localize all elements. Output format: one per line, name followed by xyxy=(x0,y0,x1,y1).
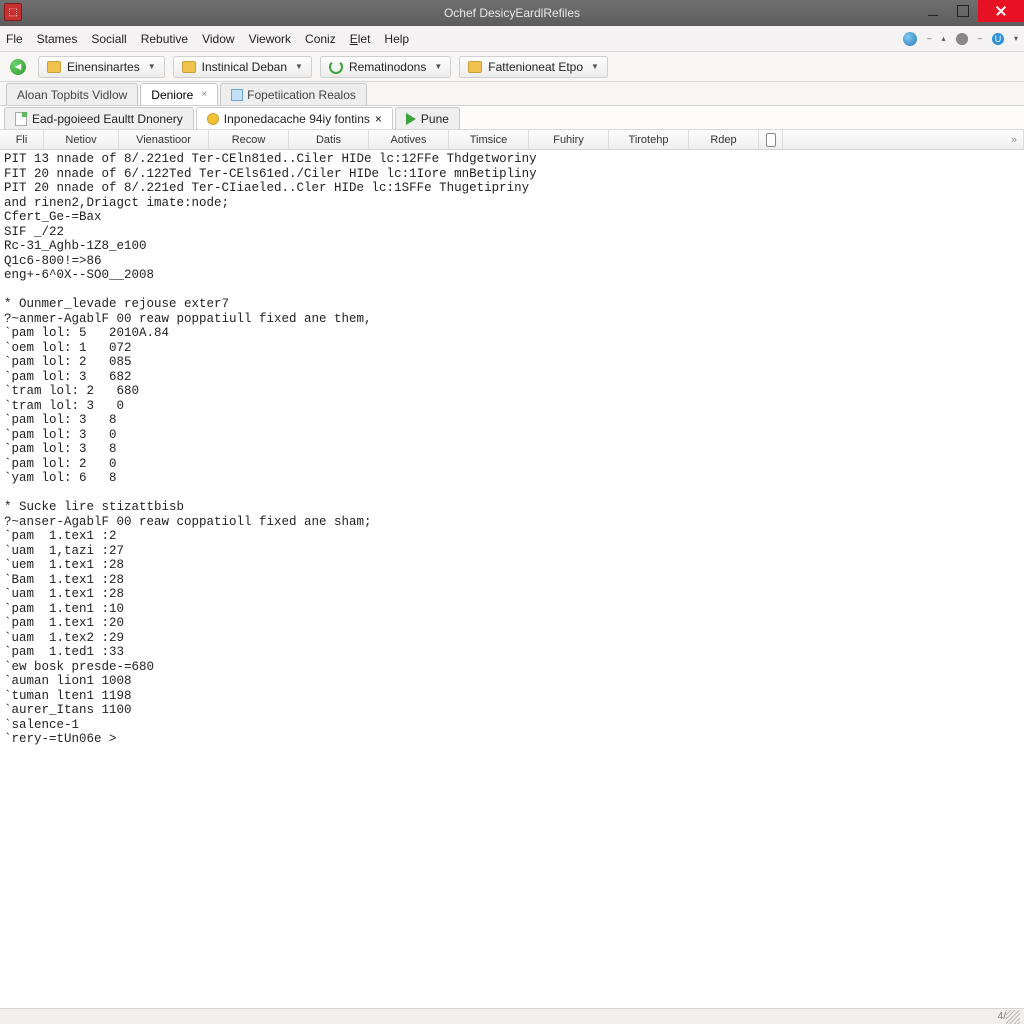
col-datis[interactable]: Datis xyxy=(289,130,369,149)
menu-stames[interactable]: Stames xyxy=(37,32,78,46)
device-icon xyxy=(766,133,776,147)
col-tirotehp[interactable]: Tirotehp xyxy=(609,130,689,149)
user-icon[interactable]: U xyxy=(992,33,1004,45)
col-recow[interactable]: Recow xyxy=(209,130,289,149)
tab-aloan[interactable]: Aloan Topbits Vidlow xyxy=(6,83,138,105)
back-button[interactable]: ◄ xyxy=(6,56,30,78)
dash-icon: – xyxy=(927,34,931,43)
toolbar-fattenioneat[interactable]: Fattenioneat Etpo▼ xyxy=(459,56,608,78)
menu-coniz[interactable]: Coniz xyxy=(305,32,336,46)
menu-fle[interactable]: Fle xyxy=(6,32,23,46)
run-icon xyxy=(406,113,416,125)
file-tab-bar: Aloan Topbits Vidlow Deniore× Fopetiicat… xyxy=(0,82,1024,106)
subtab-pune[interactable]: Pune xyxy=(395,107,460,129)
folder-icon xyxy=(47,61,61,73)
refresh-icon xyxy=(329,60,343,74)
col-vienastioor[interactable]: Vienastioor xyxy=(119,130,209,149)
gear-icon[interactable] xyxy=(956,33,968,45)
col-aotives[interactable]: Aotives xyxy=(369,130,449,149)
menu-vidow[interactable]: Vidow xyxy=(202,32,234,46)
subtab-eadpgoieed[interactable]: Ead-pgoieed Eaultt Dnonery xyxy=(4,107,194,129)
close-tab-icon[interactable]: × xyxy=(201,89,207,100)
status-bar: 4/ xyxy=(0,1008,1024,1024)
col-device[interactable] xyxy=(759,130,783,149)
subtab-inponedacache[interactable]: Inponedacache 94iy fontins × xyxy=(196,107,393,129)
close-subtab-icon[interactable]: × xyxy=(375,112,382,126)
menu-elet[interactable]: Elet xyxy=(350,32,371,46)
page-icon xyxy=(15,112,27,126)
output-pane[interactable]: PIT 13 nnade of 8/.221ed Ter-CEln81ed..C… xyxy=(0,150,1024,1008)
globe-icon[interactable] xyxy=(903,32,917,46)
col-fli[interactable]: Fli xyxy=(0,130,44,149)
close-button[interactable] xyxy=(978,0,1024,22)
menu-bar: Fle Stames Sociall Rebutive Vidow Viewor… xyxy=(0,26,1024,52)
tab-fopetiication[interactable]: Fopetiication Realos xyxy=(220,83,367,105)
folder-icon xyxy=(468,61,482,73)
warn-icon xyxy=(207,113,219,125)
col-fuhiry[interactable]: Fuhiry xyxy=(529,130,609,149)
window-title: Ochef DesicyEardlRefiles xyxy=(444,6,580,20)
toolbar-einensinartes[interactable]: Einensinartes▼ xyxy=(38,56,165,78)
status-text: 4/ xyxy=(998,1011,1006,1022)
toolbar-instinical[interactable]: Instinical Deban▼ xyxy=(173,56,312,78)
folder-icon xyxy=(182,61,196,73)
col-netiov[interactable]: Netiov xyxy=(44,130,119,149)
chevron-icon[interactable]: ▴ xyxy=(942,34,946,43)
menu-sociall[interactable]: Sociall xyxy=(91,32,126,46)
doc-icon xyxy=(231,89,243,101)
app-icon: ⬚ xyxy=(4,3,22,21)
tab-deniore[interactable]: Deniore× xyxy=(140,83,218,105)
sub-tab-bar: Ead-pgoieed Eaultt Dnonery Inponedacache… xyxy=(0,106,1024,130)
col-rdep[interactable]: Rdep xyxy=(689,130,759,149)
toolbar-rematinodons[interactable]: Rematinodons▼ xyxy=(320,56,451,78)
menu-rebutive[interactable]: Rebutive xyxy=(141,32,188,46)
maximize-button[interactable] xyxy=(948,0,978,22)
minimize-button[interactable] xyxy=(918,0,948,22)
menu-help[interactable]: Help xyxy=(384,32,409,46)
col-timsice[interactable]: Timsice xyxy=(449,130,529,149)
resize-grip[interactable] xyxy=(1006,1010,1020,1024)
col-overflow[interactable]: » xyxy=(783,130,1024,149)
toolbar: ◄ Einensinartes▼ Instinical Deban▼ Remat… xyxy=(0,52,1024,82)
menu-viework[interactable]: Viework xyxy=(249,32,291,46)
column-header: Fli Netiov Vienastioor Recow Datis Aotiv… xyxy=(0,130,1024,150)
